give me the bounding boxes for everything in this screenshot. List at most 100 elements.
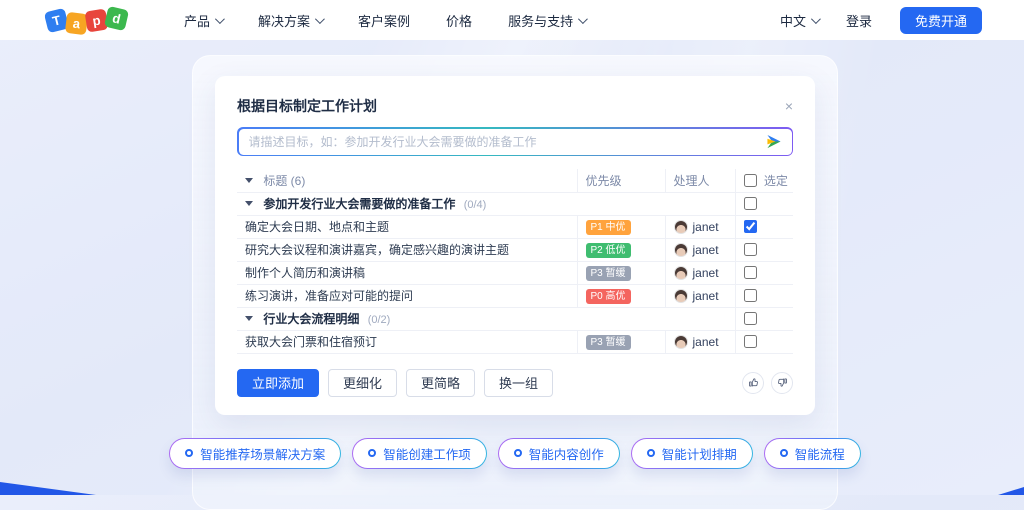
nav-item-label: 客户案例: [358, 11, 410, 30]
title-column-header: 标题 (6): [263, 174, 305, 188]
nav-right: 中文 登录 免费开通: [780, 7, 982, 34]
login-link[interactable]: 登录: [846, 11, 872, 30]
modal-actions: 立即添加 更细化 更简略 换一组: [237, 369, 793, 397]
more-brief-button[interactable]: 更简略: [406, 369, 475, 397]
task-title: 确定大会日期、地点和主题: [237, 215, 577, 238]
selected-column-header: 选定: [735, 169, 793, 192]
send-icon[interactable]: [766, 134, 782, 149]
assignee-name: janet: [693, 266, 719, 280]
ai-feature-pills: 智能推荐场景解决方案 智能创建工作项 智能内容创作 智能计划排期 智能流程: [193, 438, 837, 469]
avatar: [674, 266, 688, 280]
add-now-button[interactable]: 立即添加: [237, 369, 319, 397]
chevron-down-icon: [315, 14, 325, 24]
avatar: [674, 220, 688, 234]
pill-label: 智能推荐场景解决方案: [200, 444, 325, 463]
demo-panel: 根据目标制定工作计划 × 标题 (6: [192, 55, 838, 510]
tapd-logo[interactable]: T a p d: [46, 3, 132, 37]
row-checkbox[interactable]: [744, 312, 757, 325]
chevron-down-icon: [811, 14, 821, 24]
avatar: [674, 289, 688, 303]
group-count: (0/2): [368, 314, 391, 326]
pill-label: 智能创建工作项: [383, 444, 471, 463]
thumbs-down-button[interactable]: [771, 372, 793, 394]
pill-smart-create-work-items[interactable]: 智能创建工作项: [352, 438, 487, 469]
collapse-arrow-icon[interactable]: [245, 201, 253, 206]
row-checkbox[interactable]: [744, 243, 757, 256]
decorative-wave-left: [0, 482, 96, 495]
pill-label: 智能内容创作: [529, 444, 604, 463]
decorative-wave-right: [998, 487, 1024, 495]
row-checkbox[interactable]: [744, 289, 757, 302]
group-title: 参加开发行业大会需要做的准备工作: [263, 197, 455, 211]
signup-button[interactable]: 免费开通: [900, 7, 982, 34]
pill-smart-scenario-solutions[interactable]: 智能推荐场景解决方案: [169, 438, 341, 469]
modal-title: 根据目标制定工作计划: [237, 96, 377, 116]
regenerate-button[interactable]: 换一组: [484, 369, 553, 397]
goal-input[interactable]: [249, 135, 758, 149]
close-icon[interactable]: ×: [785, 99, 793, 113]
task-title: 练习演讲，准备应对可能的提问: [237, 284, 577, 307]
language-selector[interactable]: 中文: [780, 11, 818, 30]
priority-badge: P0 高优: [586, 289, 631, 304]
chevron-down-icon: [215, 14, 225, 24]
circle-bullet-icon: [368, 449, 376, 457]
more-detailed-button[interactable]: 更细化: [328, 369, 397, 397]
priority-badge: P2 低优: [586, 243, 631, 258]
logo-letter-d: d: [104, 6, 129, 31]
nav-item-label: 服务与支持: [508, 11, 573, 30]
pill-label: 智能流程: [795, 444, 845, 463]
row-checkbox[interactable]: [744, 197, 757, 210]
circle-bullet-icon: [780, 449, 788, 457]
pill-label: 智能计划排期: [662, 444, 737, 463]
task-row[interactable]: 获取大会门票和住宿预订 P3 暂缓 janet: [237, 330, 793, 353]
nav-item-products[interactable]: 产品: [184, 11, 222, 30]
task-row[interactable]: 练习演讲，准备应对可能的提问 P0 高优 janet: [237, 284, 793, 307]
main-nav: 产品 解决方案 客户案例 价格 服务与支持: [184, 11, 585, 30]
priority-column-header: 优先级: [577, 169, 665, 192]
assignee-name: janet: [693, 335, 719, 349]
assignee-column-header: 处理人: [665, 169, 735, 192]
circle-bullet-icon: [647, 449, 655, 457]
task-row[interactable]: 制作个人简历和演讲稿 P3 暂缓 janet: [237, 261, 793, 284]
priority-badge: P3 暂缓: [586, 335, 631, 350]
feedback-buttons: [742, 372, 793, 394]
pill-smart-plan-scheduling[interactable]: 智能计划排期: [631, 438, 753, 469]
table-header-row: 标题 (6) 优先级 处理人 选定: [237, 169, 793, 192]
group-row[interactable]: 行业大会流程明细 (0/2): [237, 307, 793, 330]
assignee-cell: janet: [674, 335, 727, 349]
task-row[interactable]: 研究大会议程和演讲嘉宾，确定感兴趣的演讲主题 P2 低优 janet: [237, 238, 793, 261]
task-title: 获取大会门票和住宿预订: [237, 330, 577, 353]
task-row[interactable]: 确定大会日期、地点和主题 P1 中优 janet: [237, 215, 793, 238]
circle-bullet-icon: [185, 449, 193, 457]
nav-item-label: 产品: [184, 11, 210, 30]
thumbs-down-icon: [777, 377, 788, 388]
modal-header: 根据目标制定工作计划 ×: [237, 96, 793, 116]
collapse-arrow-icon[interactable]: [245, 316, 253, 321]
nav-item-customer-cases[interactable]: 客户案例: [358, 11, 410, 30]
collapse-arrow-icon[interactable]: [245, 178, 253, 183]
thumbs-up-icon: [748, 377, 759, 388]
row-checkbox[interactable]: [744, 335, 757, 348]
thumbs-up-button[interactable]: [742, 372, 764, 394]
nav-item-label: 价格: [446, 11, 472, 30]
nav-item-solutions[interactable]: 解决方案: [258, 11, 322, 30]
nav-item-support[interactable]: 服务与支持: [508, 11, 585, 30]
row-checkbox[interactable]: [744, 266, 757, 279]
task-title: 研究大会议程和演讲嘉宾，确定感兴趣的演讲主题: [237, 238, 577, 261]
row-checkbox[interactable]: [744, 220, 757, 233]
work-plan-modal: 根据目标制定工作计划 × 标题 (6: [215, 76, 815, 415]
avatar: [674, 243, 688, 257]
language-label: 中文: [780, 11, 806, 30]
plan-table: 标题 (6) 优先级 处理人 选定 参加开发行业大会需要做的准备工作 (0/4): [237, 169, 793, 354]
pill-smart-workflow[interactable]: 智能流程: [764, 438, 861, 469]
select-all-checkbox[interactable]: [744, 174, 757, 187]
pill-smart-content-creation[interactable]: 智能内容创作: [498, 438, 620, 469]
group-row[interactable]: 参加开发行业大会需要做的准备工作 (0/4): [237, 192, 793, 215]
group-title: 行业大会流程明细: [263, 312, 359, 326]
assignee-name: janet: [693, 289, 719, 303]
nav-item-label: 解决方案: [258, 11, 310, 30]
assignee-cell: janet: [674, 289, 727, 303]
nav-item-pricing[interactable]: 价格: [446, 11, 472, 30]
assignee-cell: janet: [674, 266, 727, 280]
circle-bullet-icon: [514, 449, 522, 457]
